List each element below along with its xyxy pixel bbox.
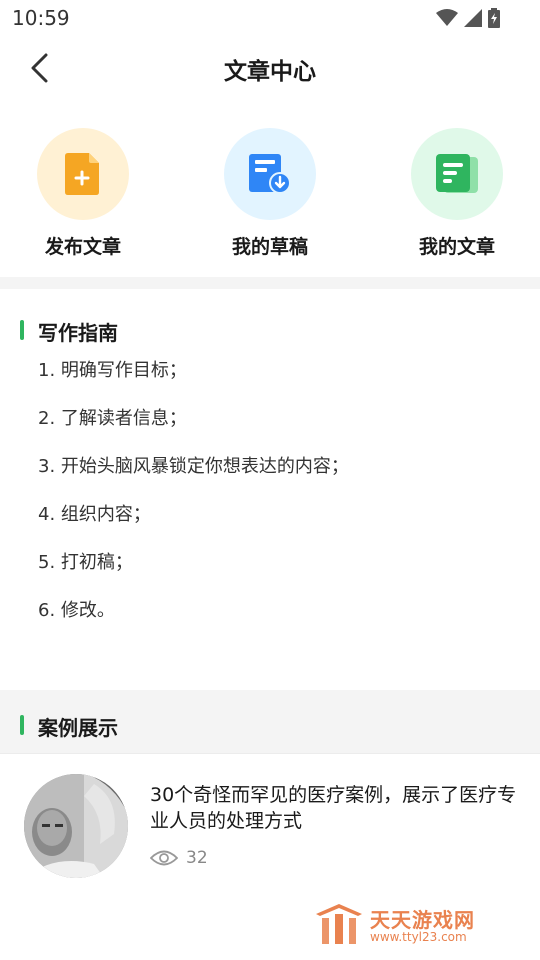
- status-icons: [436, 8, 500, 28]
- watermark-logo-icon: [316, 904, 362, 944]
- signal-icon: [464, 9, 482, 27]
- wifi-icon: [436, 9, 458, 26]
- view-count: 32: [186, 848, 208, 868]
- action-row: 发布文章 我的草稿 我的文章: [0, 120, 540, 270]
- battery-icon: [488, 8, 500, 28]
- publish-article-button[interactable]: 发布文章: [8, 128, 158, 259]
- watermark-url: www.ttyl23.com: [370, 930, 467, 944]
- cases-title: 案例展示: [0, 712, 118, 741]
- status-bar: 10:59: [0, 0, 540, 36]
- guide-item: 6. 修改。: [38, 600, 115, 621]
- my-articles-label: 我的文章: [418, 236, 495, 258]
- articles-icon-circle: [411, 128, 503, 220]
- status-time: 10:59: [12, 6, 70, 30]
- divider: [0, 753, 540, 754]
- cases-header: 案例展示: [0, 690, 540, 754]
- case-views: 32: [150, 848, 208, 868]
- draft-download-icon: [249, 154, 291, 194]
- guide-item: 5. 打初稿；: [38, 552, 133, 573]
- my-articles-button[interactable]: 我的文章: [382, 128, 532, 259]
- page-title: 文章中心: [224, 59, 316, 85]
- case-title: 30个奇怪而罕见的医疗案例，展示了医疗专业人员的处理方式: [150, 784, 517, 832]
- publish-icon-circle: [37, 128, 129, 220]
- section-divider: [0, 277, 540, 289]
- drafts-icon-circle: [224, 128, 316, 220]
- writing-guide-section: 写作指南 1. 明确写作目标； 2. 了解读者信息； 3. 开始头脑风暴锁定你想…: [0, 289, 540, 689]
- case-thumbnail: [24, 774, 128, 878]
- case-card[interactable]: 30个奇怪而罕见的医疗案例，展示了医疗专业人员的处理方式 32: [0, 770, 540, 890]
- case-photo: [24, 774, 128, 878]
- watermark-name: 天天游戏网: [370, 908, 475, 932]
- my-drafts-label: 我的草稿: [231, 236, 308, 258]
- eye-icon: [150, 850, 178, 866]
- watermark: 天天游戏网 www.ttyl23.com: [314, 902, 514, 948]
- guide-item: 1. 明确写作目标；: [38, 360, 187, 381]
- writing-guide-list: 1. 明确写作目标； 2. 了解读者信息； 3. 开始头脑风暴锁定你想表达的内容…: [38, 359, 349, 647]
- guide-item: 4. 组织内容；: [38, 504, 151, 525]
- guide-item: 3. 开始头脑风暴锁定你想表达的内容；: [38, 456, 349, 477]
- article-list-icon: [436, 154, 478, 193]
- nav-bar: 文章中心: [0, 36, 540, 102]
- publish-article-label: 发布文章: [44, 236, 121, 258]
- guide-item: 2. 了解读者信息；: [38, 408, 187, 429]
- add-document-icon: [65, 153, 99, 195]
- my-drafts-button[interactable]: 我的草稿: [195, 128, 345, 259]
- writing-guide-title: 写作指南: [0, 317, 118, 346]
